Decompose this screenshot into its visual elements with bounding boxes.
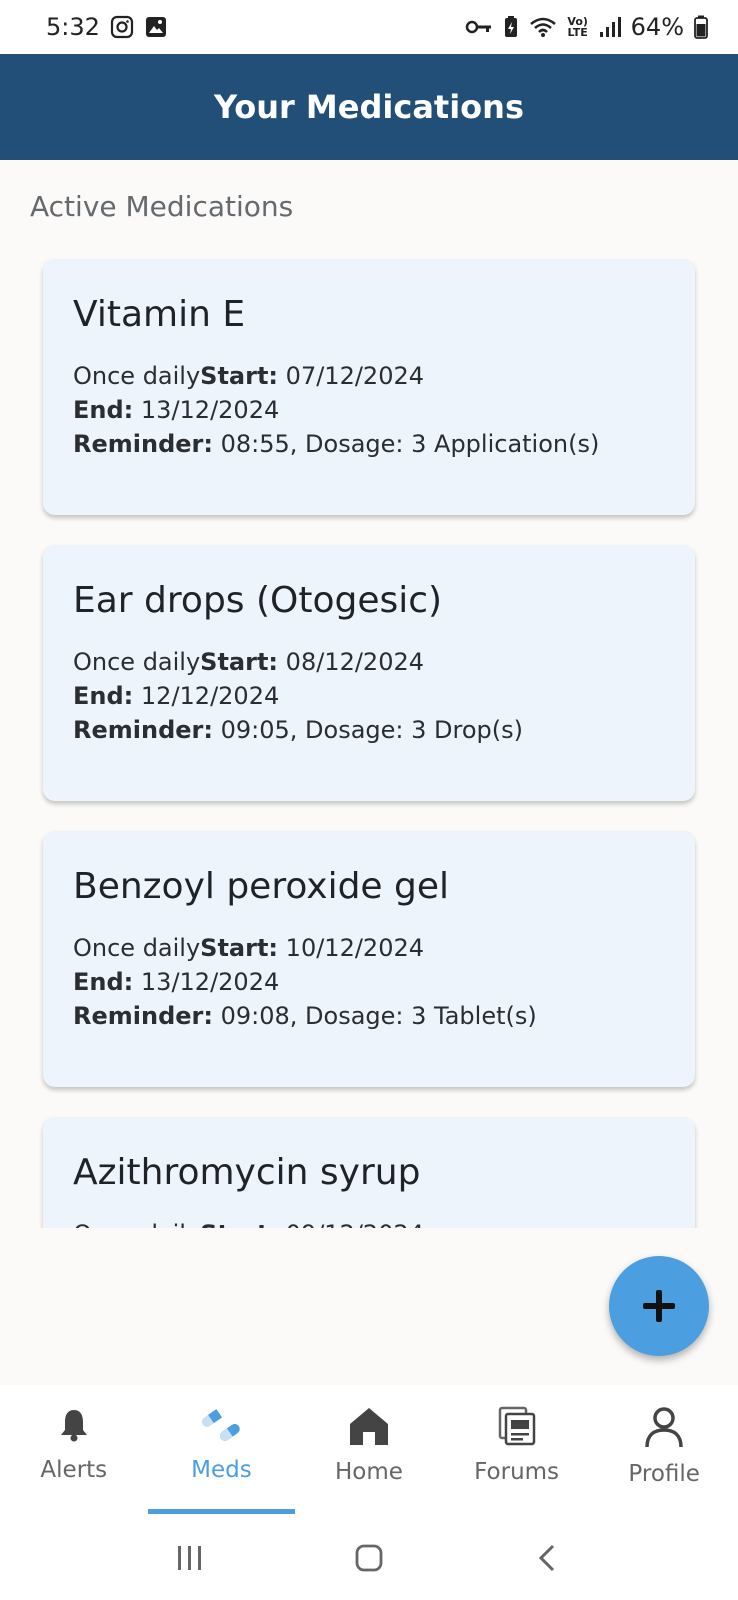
volte-icon: Vo) LTE: [567, 16, 589, 38]
medication-reminder: Reminder: 09:08, Dosage: 3 Tablet(s): [73, 999, 665, 1033]
start-date: 07/12/2024: [285, 362, 424, 390]
signal-icon: [599, 16, 621, 38]
medication-name: Ear drops (Otogesic): [73, 580, 443, 621]
battery-icon: [694, 15, 708, 39]
nav-label-alerts: Alerts: [40, 1457, 108, 1483]
nav-label-meds: Meds: [191, 1457, 252, 1483]
page-title: Your Medications: [214, 88, 524, 126]
reminder-detail: 09:05, Dosage: 3 Drop(s): [220, 716, 523, 744]
end-label: End:: [73, 682, 134, 710]
medication-end: End: 13/12/2024: [73, 393, 665, 427]
medication-list[interactable]: Vitamin E Once dailyStart: 07/12/2024 En…: [0, 250, 738, 1228]
frequency-text: Once daily: [73, 362, 201, 390]
nav-label-profile: Profile: [628, 1461, 700, 1487]
nav-item-alerts[interactable]: Alerts: [0, 1385, 148, 1515]
status-right: Vo) LTE 64%: [465, 13, 708, 41]
battery-percent: 64%: [630, 13, 684, 41]
end-date: 13/12/2024: [140, 968, 280, 996]
bottom-nav: Alerts Meds Home Forums Profile: [0, 1385, 738, 1515]
app-bar: Your Medications: [0, 54, 738, 160]
medication-card[interactable]: Azithromycin syrup Once dailyStart: 09/1…: [43, 1117, 695, 1228]
active-tab-indicator: [147, 1509, 296, 1514]
reminder-label: Reminder:: [73, 716, 213, 744]
start-label: Start:: [200, 362, 279, 390]
medication-name: Vitamin E: [73, 294, 246, 335]
medication-name: Benzoyl peroxide gel: [73, 866, 450, 907]
back-icon[interactable]: [518, 1528, 578, 1588]
nav-item-profile[interactable]: Profile: [590, 1385, 738, 1515]
medication-reminder: Reminder: 08:55, Dosage: 3 Application(s…: [73, 427, 665, 461]
profile-icon: [642, 1405, 686, 1449]
reminder-label: Reminder:: [73, 1002, 213, 1030]
status-bar: 5:32 Vo) LTE 64%: [0, 0, 738, 54]
medication-end: End: 13/12/2024: [73, 965, 665, 999]
vpn-key-icon: [465, 17, 493, 37]
section-title: Active Medications: [30, 190, 294, 223]
reminder-label: Reminder:: [73, 430, 213, 458]
start-date: 09/12/2024: [286, 1220, 424, 1228]
gallery-icon: [144, 15, 168, 39]
add-medication-button[interactable]: [609, 1256, 709, 1356]
start-date: 10/12/2024: [285, 934, 424, 962]
medication-schedule: Once dailyStart: 07/12/2024: [73, 359, 665, 393]
medication-schedule: Once dailyStart: 08/12/2024: [73, 645, 665, 679]
start-label: Start:: [200, 1220, 278, 1228]
nav-label-forums: Forums: [474, 1459, 560, 1485]
status-left: 5:32: [46, 13, 168, 41]
nav-label-home: Home: [335, 1459, 403, 1485]
bell-icon: [54, 1405, 94, 1445]
medication-end: End: 12/12/2024: [73, 679, 665, 713]
frequency-text: Once daily: [73, 934, 201, 962]
start-date: 08/12/2024: [285, 648, 424, 676]
pills-icon: [199, 1405, 243, 1445]
frequency-text: Once daily: [73, 1220, 200, 1228]
nav-item-home[interactable]: Home: [295, 1385, 443, 1515]
wifi-icon: [529, 16, 557, 38]
medication-reminder: Reminder: 09:05, Dosage: 3 Drop(s): [73, 713, 665, 747]
medication-card[interactable]: Vitamin E Once dailyStart: 07/12/2024 En…: [43, 259, 695, 515]
battery-saver-icon: [503, 15, 519, 39]
recents-icon[interactable]: [160, 1528, 220, 1588]
plus-icon: [639, 1286, 679, 1326]
forums-icon: [497, 1405, 537, 1447]
reminder-detail: 08:55, Dosage: 3 Application(s): [220, 430, 600, 458]
frequency-text: Once daily: [73, 648, 201, 676]
nav-item-forums[interactable]: Forums: [443, 1385, 591, 1515]
end-label: End:: [73, 968, 134, 996]
end-label: End:: [73, 396, 134, 424]
medication-card[interactable]: Ear drops (Otogesic) Once dailyStart: 08…: [43, 545, 695, 801]
start-label: Start:: [200, 934, 279, 962]
medication-card[interactable]: Benzoyl peroxide gel Once dailyStart: 10…: [43, 831, 695, 1087]
nav-item-meds[interactable]: Meds: [147, 1385, 296, 1515]
medication-schedule: Once dailyStart: 09/12/2024: [73, 1217, 665, 1228]
end-date: 13/12/2024: [140, 396, 280, 424]
home-circle-icon[interactable]: [339, 1528, 399, 1588]
volte-label: Vo) LTE: [567, 15, 588, 39]
instagram-icon: [110, 15, 134, 39]
reminder-detail: 09:08, Dosage: 3 Tablet(s): [220, 1002, 537, 1030]
system-nav: [0, 1515, 738, 1600]
status-time: 5:32: [46, 13, 100, 41]
start-label: Start:: [200, 648, 279, 676]
end-date: 12/12/2024: [140, 682, 280, 710]
medication-schedule: Once dailyStart: 10/12/2024: [73, 931, 665, 965]
medication-name: Azithromycin syrup: [73, 1152, 421, 1193]
home-icon: [347, 1405, 391, 1447]
